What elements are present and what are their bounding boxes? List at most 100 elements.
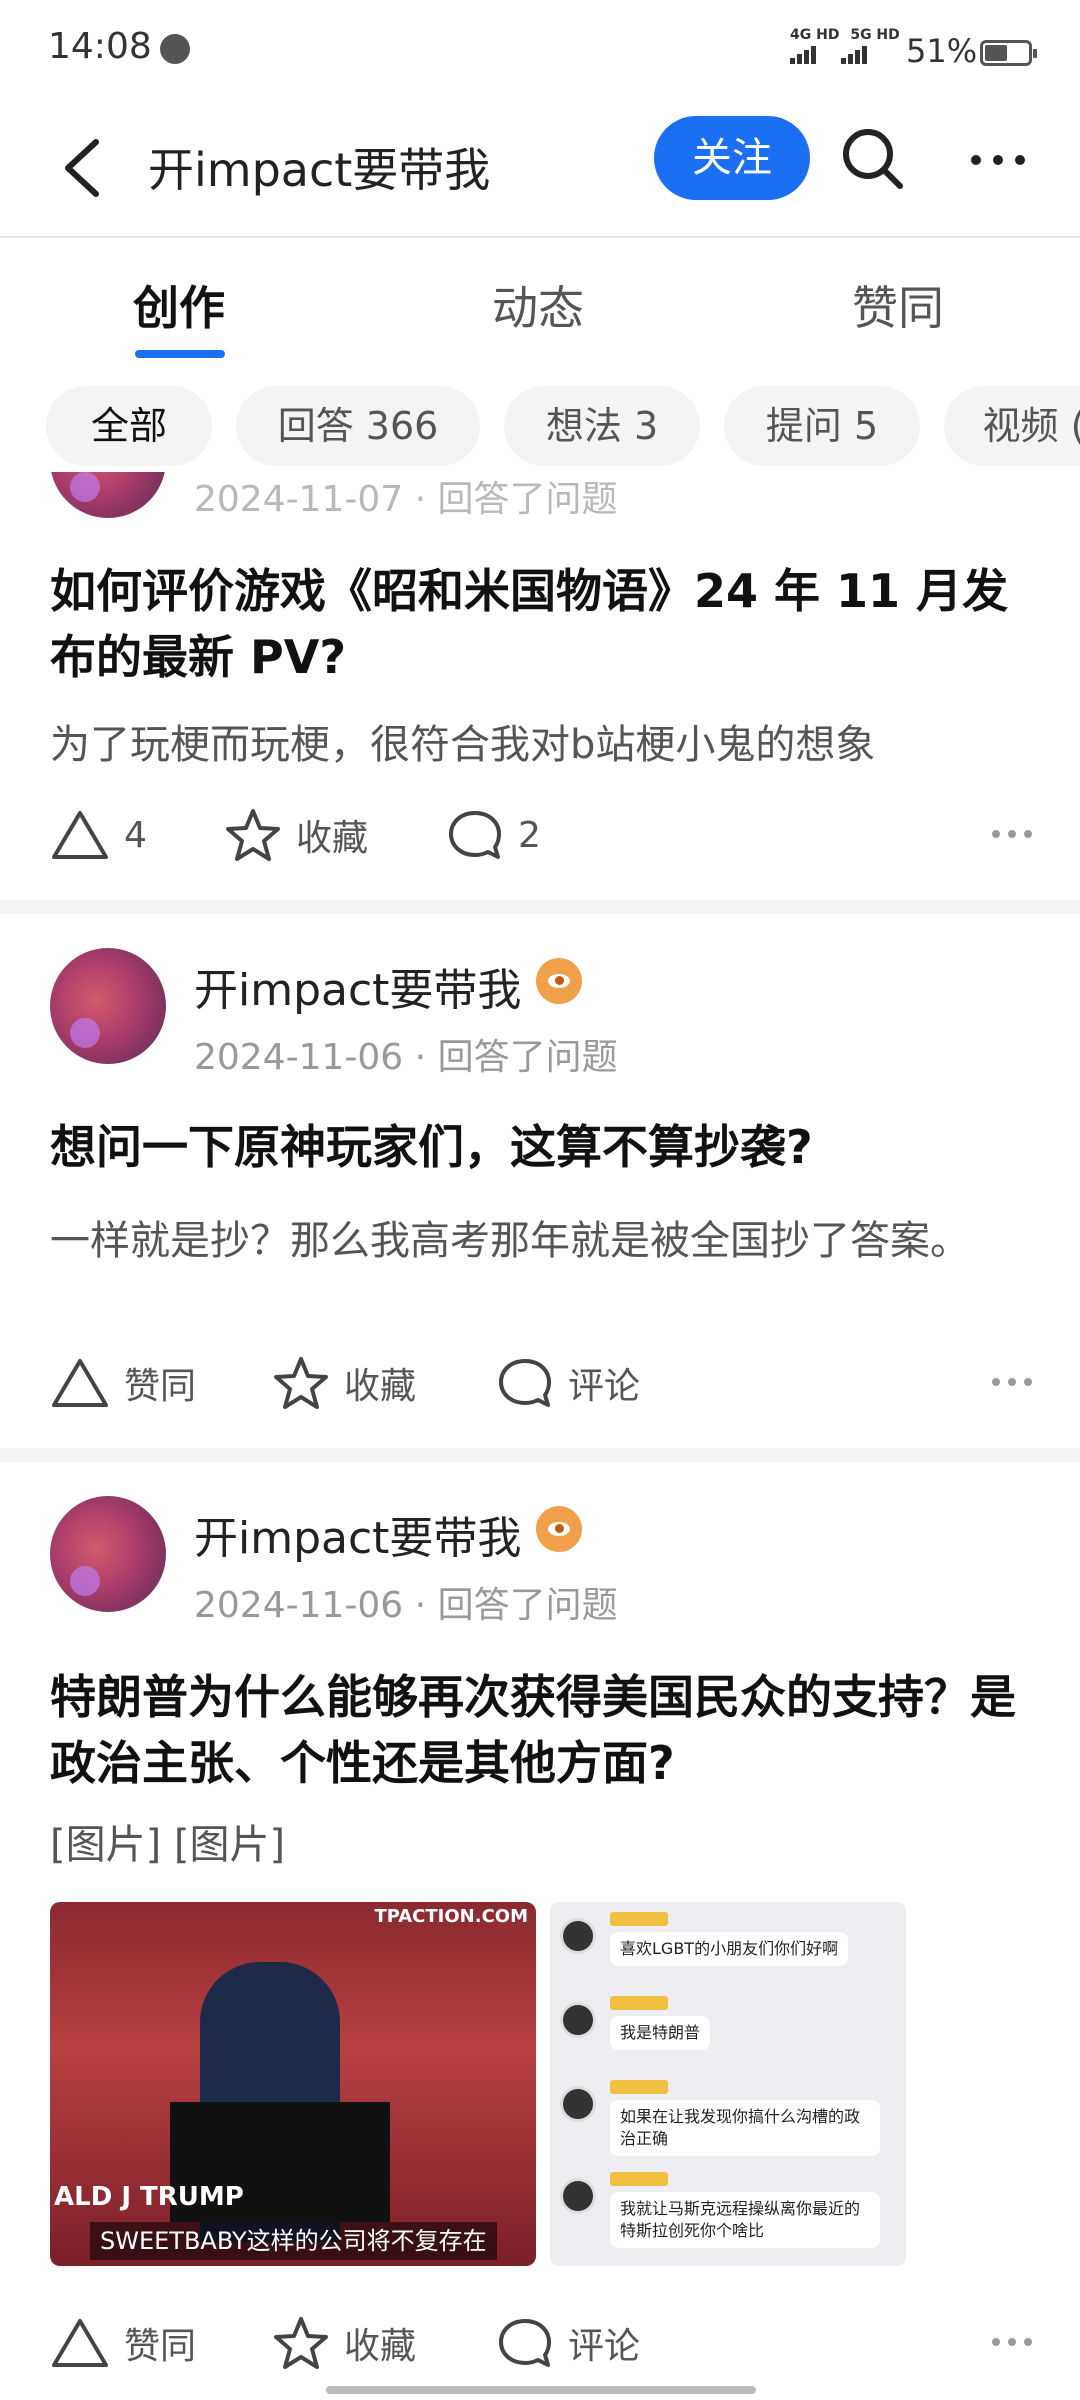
comment-count: 2: [518, 814, 541, 856]
author-name[interactable]: 开impact要带我: [194, 1502, 521, 1566]
more-icon[interactable]: [990, 2332, 1034, 2352]
chat-avatar: [560, 2002, 596, 2038]
chat-tag: [610, 1912, 668, 1926]
card-actions: 4 收藏 2: [0, 800, 1080, 870]
comment-label: 评论: [568, 1366, 641, 1407]
card-excerpt[interactable]: [图片] [图片]: [50, 1816, 1040, 1874]
card-meta: 2024-11-06 · 回答了问题: [194, 1037, 618, 1078]
post-action: 回答了问题: [437, 1585, 618, 1626]
like-button[interactable]: 赞同: [50, 1348, 196, 1418]
card-title[interactable]: 想问一下原神玩家们，这算不算抄袭?: [50, 1114, 1040, 1180]
image-name-bar: ALD J TRUMP: [54, 2182, 244, 2212]
post-action: 回答了问题: [437, 1037, 618, 1078]
image-watermark: TPACTION.COM: [374, 1906, 528, 1927]
comment-button[interactable]: 评论: [496, 2308, 640, 2378]
avatar[interactable]: [50, 948, 166, 1064]
follow-button[interactable]: 关注: [654, 116, 810, 200]
author-name[interactable]: 开impact要带我: [194, 954, 521, 1018]
chat-avatar: [560, 2178, 596, 2214]
status-bar: 14:08 4G HD 5G HD 51%: [0, 0, 1080, 100]
verified-badge-icon: [536, 958, 582, 1004]
comment-icon: [499, 2319, 551, 2367]
upvote-icon: [52, 1359, 108, 1407]
chip-all[interactable]: 全部: [46, 386, 212, 466]
tab-likes[interactable]: 赞同: [852, 272, 944, 338]
card-excerpt[interactable]: 为了玩梗而玩梗，很符合我对b站梗小鬼的想象: [50, 716, 1040, 774]
tab-creation[interactable]: 创作: [133, 272, 225, 338]
collect-label: 收藏: [296, 818, 369, 859]
upvote-icon: [52, 811, 108, 859]
star-icon: [274, 1357, 328, 1409]
post-date: 2024-11-06: [194, 1585, 404, 1626]
post-image-1[interactable]: TPACTION.COM ALD J TRUMP SWEETBABY这样的公司将…: [50, 1902, 536, 2266]
card-divider: [0, 900, 1080, 914]
vpn-icon: [160, 34, 190, 64]
card-excerpt[interactable]: 一样就是抄？那么我高考那年就是被全国抄了答案。: [50, 1212, 1040, 1270]
comment-icon: [449, 811, 501, 859]
card-actions: 赞同 收藏 评论: [0, 2308, 1080, 2378]
signal-icon: [790, 46, 818, 67]
star-icon: [274, 2317, 328, 2369]
status-time: 14:08: [48, 26, 152, 67]
tab-activity[interactable]: 动态: [492, 272, 584, 338]
card-actions: 赞同 收藏 评论: [0, 1348, 1080, 1418]
chat-tag: [610, 2172, 668, 2186]
avatar[interactable]: [50, 1496, 166, 1612]
like-count: 4: [124, 814, 147, 856]
card-title[interactable]: 特朗普为什么能够再次获得美国民众的支持？是政治主张、个性还是其他方面?: [50, 1664, 1040, 1796]
chat-text: 我就让马斯克远程操纵离你最近的特斯拉创死你个啥比: [610, 2192, 880, 2248]
collect-label: 收藏: [344, 1366, 417, 1407]
more-icon[interactable]: [966, 140, 1030, 180]
like-button[interactable]: 赞同: [50, 2308, 196, 2378]
page-title: 开impact要带我: [148, 143, 491, 197]
profile-tabs: 创作 动态 赞同: [0, 240, 1080, 360]
feed: 2024-11-07 · 回答了问题 如何评价游戏《昭和米国物语》24 年 11…: [0, 472, 1080, 2400]
collect-label: 收藏: [344, 2326, 417, 2367]
card-divider: [0, 1448, 1080, 1462]
chat-text: 如果在让我发现你搞什么沟槽的政治正确: [610, 2100, 880, 2156]
collect-button[interactable]: 收藏: [272, 1348, 416, 1418]
avatar[interactable]: [50, 472, 166, 518]
verified-badge-icon: [536, 1506, 582, 1552]
signal-icon: [840, 46, 869, 67]
battery-icon: [980, 40, 1037, 66]
home-indicator[interactable]: [326, 2386, 756, 2394]
search-icon[interactable]: [838, 124, 908, 194]
chip-answers[interactable]: 回答 366: [236, 386, 480, 466]
chat-avatar: [560, 2086, 596, 2122]
profile-header: 开impact要带我 关注: [0, 100, 1080, 238]
tab-indicator: [135, 350, 225, 358]
chip-thoughts[interactable]: 想法 3: [504, 386, 700, 466]
upvote-icon: [52, 2319, 108, 2367]
chat-text: 喜欢LGBT的小朋友们你们好啊: [610, 1932, 849, 1966]
more-icon[interactable]: [990, 1372, 1034, 1392]
like-label: 赞同: [124, 1366, 197, 1407]
battery-percent: 51%: [906, 32, 978, 70]
comment-icon: [499, 1359, 551, 1407]
comment-label: 评论: [568, 2326, 641, 2367]
collect-button[interactable]: 收藏: [272, 2308, 416, 2378]
card-title[interactable]: 如何评价游戏《昭和米国物语》24 年 11 月发布的最新 PV?: [50, 558, 1040, 690]
card-meta: 2024-11-07 · 回答了问题: [194, 479, 618, 520]
post-date: 2024-11-06: [194, 1037, 404, 1078]
network-label-2: 5G HD: [850, 27, 900, 43]
network-indicator: 4G HD 5G HD: [790, 28, 900, 67]
chip-questions[interactable]: 提问 5: [724, 386, 920, 466]
post-image-2[interactable]: 喜欢LGBT的小朋友们你们好啊 我是特朗普 如果在让我发现你搞什么沟槽的政治正确…: [550, 1902, 906, 2266]
card-meta: 2024-11-06 · 回答了问题: [194, 1585, 618, 1626]
comment-button[interactable]: 2: [446, 800, 541, 870]
like-button[interactable]: 4: [50, 800, 147, 870]
back-icon[interactable]: [56, 128, 116, 208]
comment-button[interactable]: 评论: [496, 1348, 640, 1418]
chat-tag: [610, 2080, 668, 2094]
more-icon[interactable]: [990, 824, 1034, 844]
chat-avatar: [560, 1918, 596, 1954]
chat-text: 我是特朗普: [610, 2016, 711, 2050]
collect-button[interactable]: 收藏: [224, 800, 368, 870]
chip-videos[interactable]: 视频 (: [944, 386, 1080, 466]
network-label-1: 4G HD: [790, 27, 840, 43]
star-icon: [226, 809, 280, 861]
chat-tag: [610, 1996, 668, 2010]
filter-chips: 全部 回答 366 想法 3 提问 5 视频 (: [0, 386, 1080, 466]
image-caption: SWEETBABY这样的公司将不复存在: [90, 2222, 497, 2260]
